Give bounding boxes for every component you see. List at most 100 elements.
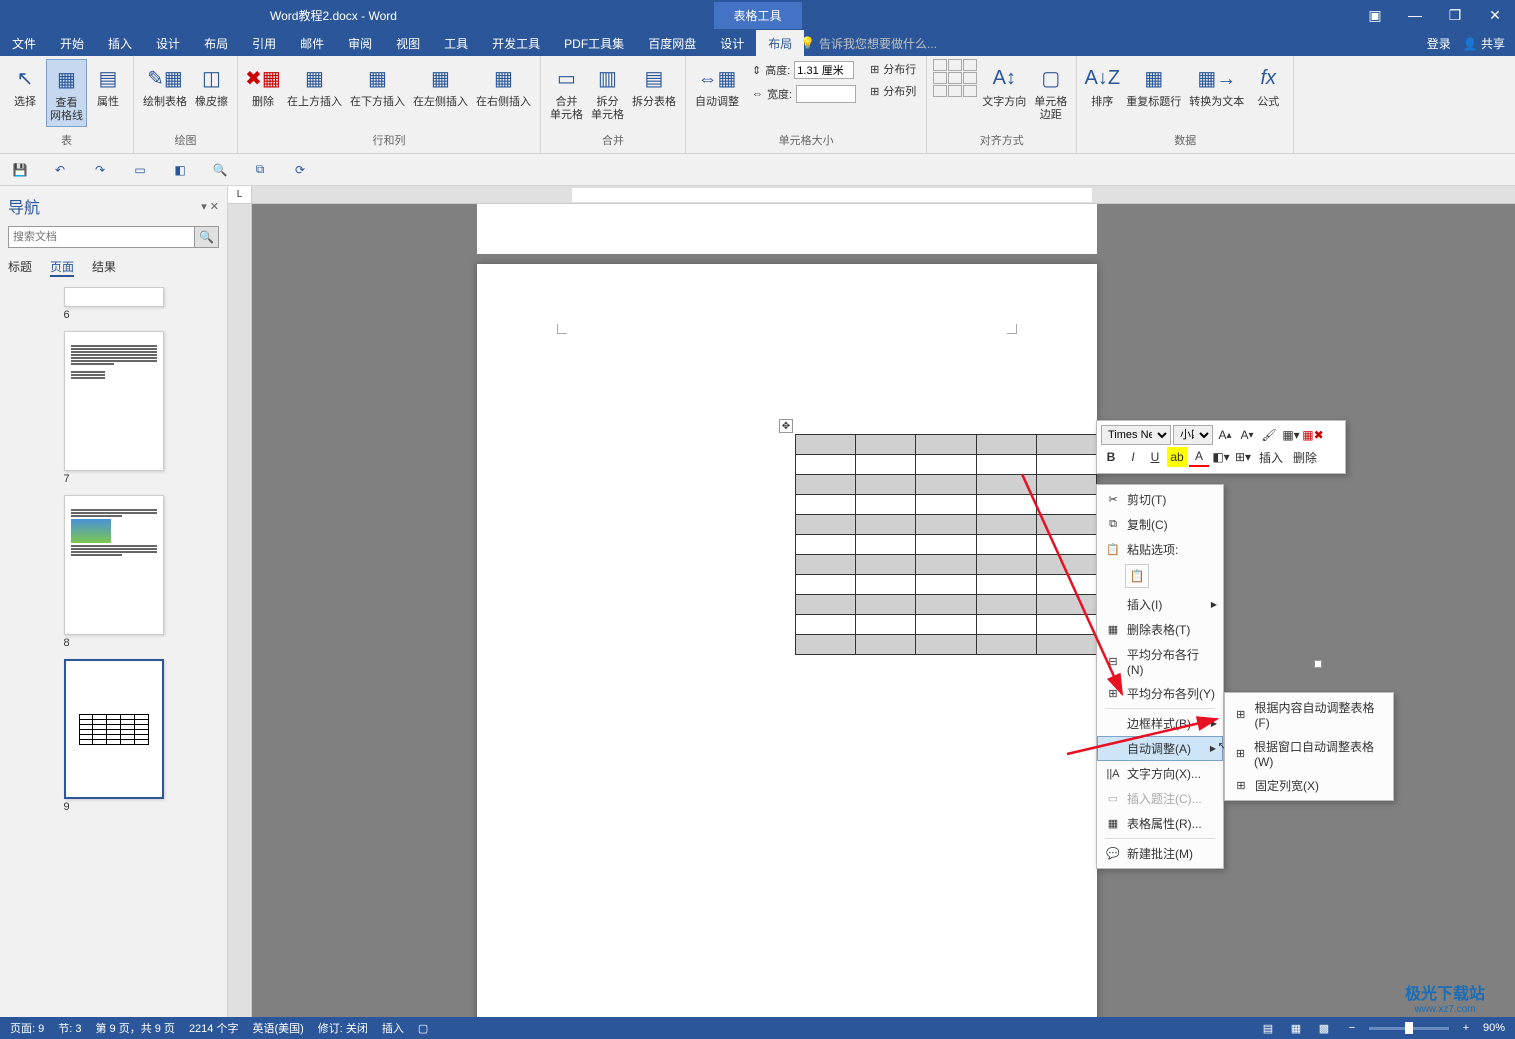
tab-dev[interactable]: 开发工具 [480, 30, 552, 57]
table-row[interactable] [796, 595, 1097, 615]
split-cells-button[interactable]: ▥拆分 单元格 [588, 59, 627, 125]
text-direction-button[interactable]: A↕文字方向 [979, 59, 1029, 112]
height-input[interactable] [794, 61, 854, 79]
highlight-icon[interactable]: ab [1167, 447, 1187, 467]
table-row[interactable] [796, 515, 1097, 535]
tab-table-layout[interactable]: 布局 [756, 30, 804, 57]
menu-autofit[interactable]: 自动调整(A)▶↖ [1097, 736, 1223, 761]
table-delete-icon[interactable]: ▦✖ [1303, 425, 1323, 445]
insert-left-button[interactable]: ▦在左侧插入 [410, 59, 471, 112]
tab-selector[interactable]: L [228, 186, 251, 204]
format-painter-icon[interactable]: 🖌 [1259, 425, 1279, 445]
autofit-button[interactable]: ⇔▦自动调整 [692, 59, 742, 112]
border-icon[interactable]: ⊞▾ [1233, 447, 1253, 467]
paste-option-1[interactable]: 📋 [1125, 564, 1149, 588]
document-table[interactable] [795, 434, 1097, 655]
menu-new-comment[interactable]: 💬新建批注(M) [1097, 841, 1223, 866]
undo-icon[interactable]: ↶ [50, 160, 70, 180]
tab-references[interactable]: 引用 [240, 30, 288, 57]
insert-right-button[interactable]: ▦在右侧插入 [473, 59, 534, 112]
tab-review[interactable]: 审阅 [336, 30, 384, 57]
view-read-icon[interactable]: ▤ [1257, 1019, 1279, 1037]
qat-icon-2[interactable]: ◧ [170, 160, 190, 180]
zoom-out-icon[interactable]: − [1341, 1019, 1363, 1037]
formula-button[interactable]: fx公式 [1249, 59, 1287, 112]
tab-insert[interactable]: 插入 [96, 30, 144, 57]
view-gridlines-button[interactable]: ▦查看 网格线 [46, 59, 87, 127]
sort-button[interactable]: A↓Z排序 [1083, 59, 1121, 112]
qat-icon-4[interactable]: ⧉ [250, 160, 270, 180]
status-section[interactable]: 节: 3 [58, 1020, 81, 1036]
table-insert-icon[interactable]: ▦▾ [1281, 425, 1301, 445]
ribbon-options-icon[interactable]: ▣ [1355, 0, 1395, 30]
table-row[interactable] [796, 475, 1097, 495]
zoom-in-icon[interactable]: + [1455, 1019, 1477, 1037]
status-page-of[interactable]: 第 9 页，共 9 页 [95, 1020, 174, 1036]
thumb-page-7[interactable] [64, 331, 164, 471]
status-word-count[interactable]: 2214 个字 [189, 1020, 239, 1036]
nav-tab-headings[interactable]: 标题 [8, 258, 32, 277]
menu-copy[interactable]: ⧉复制(C) [1097, 512, 1223, 537]
italic-icon[interactable]: I [1123, 447, 1143, 467]
tab-baidu[interactable]: 百度网盘 [636, 30, 708, 57]
mini-size-select[interactable]: 小四 [1173, 425, 1213, 445]
distribute-cols-button[interactable]: ⊞分布列 [866, 81, 920, 101]
grow-font-icon[interactable]: A▴ [1215, 425, 1235, 445]
qat-icon-5[interactable]: ⟳ [290, 160, 310, 180]
table-row[interactable] [796, 635, 1097, 655]
close-button[interactable]: ✕ [1475, 0, 1515, 30]
repeat-header-button[interactable]: ▦重复标题行 [1123, 59, 1184, 112]
tab-layout[interactable]: 布局 [192, 30, 240, 57]
convert-text-button[interactable]: ▦→转换为文本 [1186, 59, 1247, 112]
bold-icon[interactable]: B [1101, 447, 1121, 467]
table-row[interactable] [796, 615, 1097, 635]
tab-table-design[interactable]: 设计 [708, 30, 756, 57]
zoom-slider[interactable] [1369, 1027, 1449, 1030]
maximize-button[interactable]: ❐ [1435, 0, 1475, 30]
menu-table-properties[interactable]: ▦表格属性(R)... [1097, 811, 1223, 836]
view-print-icon[interactable]: ▦ [1285, 1019, 1307, 1037]
nav-tab-results[interactable]: 结果 [92, 258, 116, 277]
save-icon[interactable]: 💾 [10, 160, 30, 180]
tell-me-box[interactable]: 💡 告诉我您想要做什么... [800, 35, 937, 52]
menu-dist-cols[interactable]: ⊞平均分布各列(Y) [1097, 681, 1223, 706]
tab-view[interactable]: 视图 [384, 30, 432, 57]
submenu-fixed-width[interactable]: ⊞固定列宽(X) [1225, 773, 1393, 798]
qat-icon-1[interactable]: ▭ [130, 160, 150, 180]
eraser-button[interactable]: ◫橡皮擦 [192, 59, 231, 112]
draw-table-button[interactable]: ✎▦绘制表格 [140, 59, 190, 112]
height-control[interactable]: ⇕高度: [748, 59, 860, 81]
table-move-handle[interactable]: ✥ [779, 419, 793, 433]
select-button[interactable]: ↖选择 [6, 59, 44, 112]
status-insert-mode[interactable]: 插入 [382, 1020, 404, 1036]
table-resize-handle[interactable] [1314, 660, 1322, 668]
nav-tab-pages[interactable]: 页面 [50, 258, 74, 277]
tab-tools[interactable]: 工具 [432, 30, 480, 57]
submenu-by-content[interactable]: ⊞根据内容自动调整表格(F) [1225, 695, 1393, 734]
status-track-changes[interactable]: 修订: 关闭 [318, 1020, 368, 1036]
mini-insert-button[interactable]: 插入 [1255, 447, 1287, 467]
menu-cut[interactable]: ✂剪切(T) [1097, 487, 1223, 512]
delete-button[interactable]: ✖▦删除 [244, 59, 282, 112]
share-button[interactable]: 👤 共享 [1463, 35, 1505, 52]
table-row[interactable] [796, 555, 1097, 575]
font-color-icon[interactable]: A [1189, 447, 1209, 467]
page-9[interactable]: ✥ [477, 264, 1097, 1018]
width-control[interactable]: ⇔宽度: [748, 83, 860, 105]
insert-above-button[interactable]: ▦在上方插入 [284, 59, 345, 112]
status-page[interactable]: 页面: 9 [10, 1020, 44, 1036]
login-link[interactable]: 登录 [1427, 35, 1451, 52]
thumb-page-9[interactable] [64, 659, 164, 799]
distribute-rows-button[interactable]: ⊞分布行 [866, 59, 920, 79]
tab-design[interactable]: 设计 [144, 30, 192, 57]
width-input[interactable] [796, 85, 856, 103]
tab-mail[interactable]: 邮件 [288, 30, 336, 57]
search-input[interactable] [8, 226, 195, 248]
menu-delete-table[interactable]: ▦删除表格(T) [1097, 617, 1223, 642]
table-row[interactable] [796, 495, 1097, 515]
table-row[interactable] [796, 575, 1097, 595]
table-row[interactable] [796, 455, 1097, 475]
cell-margins-button[interactable]: ▢单元格 边距 [1031, 59, 1070, 125]
merge-cells-button[interactable]: ▭合并 单元格 [547, 59, 586, 125]
alignment-grid[interactable] [933, 59, 977, 97]
